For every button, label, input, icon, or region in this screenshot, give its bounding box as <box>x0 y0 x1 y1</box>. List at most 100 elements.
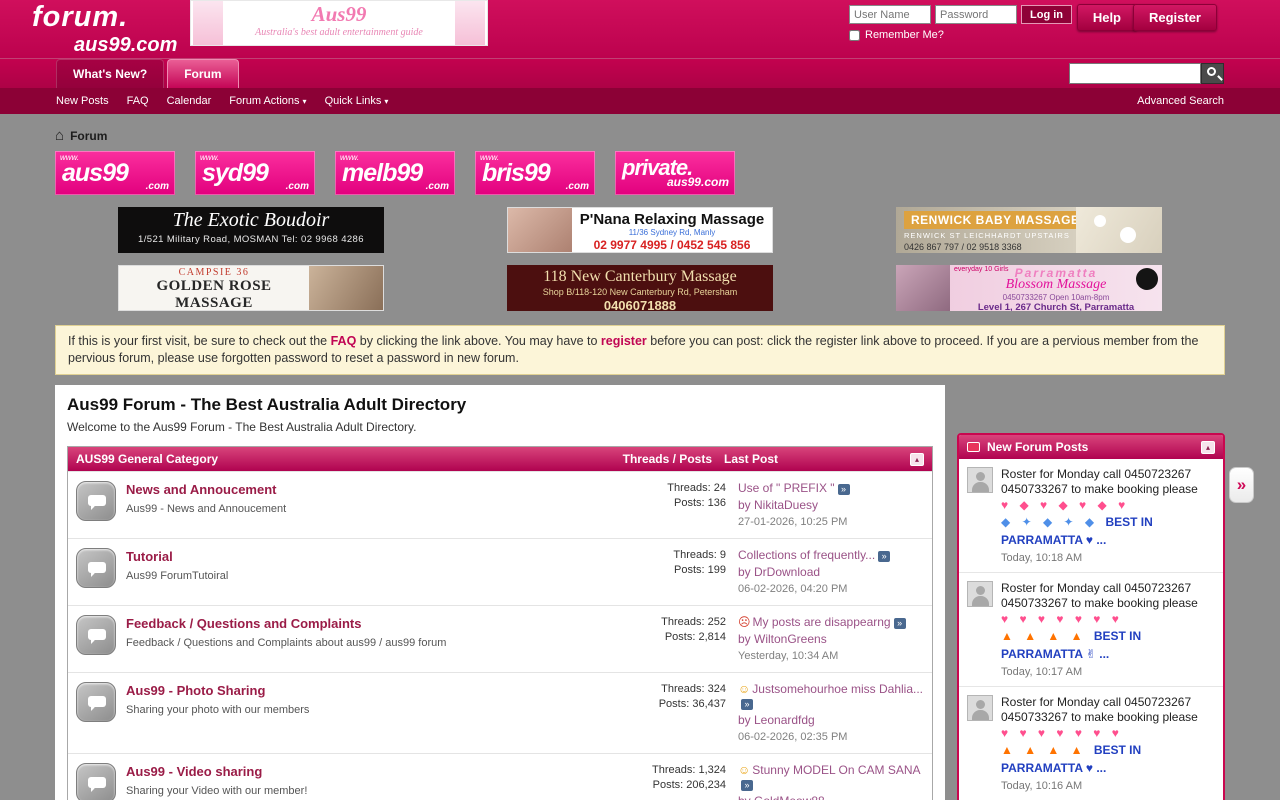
avatar[interactable] <box>967 695 993 721</box>
go-to-last-post-icon[interactable]: » <box>838 484 850 495</box>
last-post-link[interactable]: Stunny MODEL On CAM SANA <box>752 763 920 777</box>
forum-icon <box>76 481 116 521</box>
password-input[interactable] <box>935 5 1017 24</box>
forum-row: News and Annoucement Aus99 - News and An… <box>68 471 932 538</box>
last-post-author[interactable]: by NikitaDuesy <box>738 498 924 512</box>
username-input[interactable] <box>849 5 931 24</box>
forum-stats: Threads: 24 Posts: 136 <box>592 481 738 529</box>
toolbar-calendar[interactable]: Calendar <box>167 95 212 107</box>
go-to-last-post-icon[interactable]: » <box>894 618 906 629</box>
tab-forum[interactable]: Forum <box>167 59 238 88</box>
forum-stats: Threads: 324 Posts: 36,437 <box>592 682 738 744</box>
forum-stats: Threads: 9 Posts: 199 <box>592 548 738 596</box>
sidebar-post: Roster for Monday call 0450723267 045073… <box>959 687 1223 800</box>
go-to-last-post-icon[interactable]: » <box>741 780 753 791</box>
toolbar-quick-links[interactable]: Quick Links▾ <box>325 95 389 107</box>
tab-whats-new[interactable]: What's New? <box>56 59 164 88</box>
collapse-category-button[interactable]: ▴ <box>910 453 924 466</box>
search-button[interactable] <box>1201 63 1224 84</box>
notice-faq-link[interactable]: FAQ <box>331 334 357 348</box>
forum-title-link[interactable]: Aus99 - Video sharing <box>126 764 262 779</box>
ad-renwick-massage[interactable]: RENWICK BABY MASSAGE RENWICK ST LEICHHAR… <box>896 207 1162 253</box>
forum-title-link[interactable]: Feedback / Questions and Complaints <box>126 616 362 631</box>
remember-me-label: Remember Me? <box>865 29 944 41</box>
register-button[interactable]: Register <box>1133 4 1217 31</box>
last-post-author[interactable]: by GoldMeow88 <box>738 794 924 800</box>
search-input[interactable] <box>1069 63 1201 84</box>
forum-row: Aus99 - Photo Sharing Sharing your photo… <box>68 672 932 753</box>
avatar[interactable] <box>967 581 993 607</box>
collapse-sidebar-button[interactable]: ▴ <box>1201 441 1215 454</box>
emoji-fire-row: ▲ ▲ ▲ ▲ <box>1001 629 1094 643</box>
forum-row: Aus99 - Video sharing Sharing your Video… <box>68 753 932 800</box>
sidebar-post-link[interactable]: Roster for Monday call 0450723267 045073… <box>1001 695 1215 725</box>
ad-row-1: The Exotic Boudoir 1/521 Military Road, … <box>118 207 1162 253</box>
forum-title-link[interactable]: Aus99 - Photo Sharing <box>126 683 265 698</box>
avatar[interactable] <box>967 467 993 493</box>
breadcrumb-forum[interactable]: Forum <box>70 129 107 143</box>
last-post-cell: Collections of frequently...» by DrDownl… <box>738 548 924 596</box>
sidebar-post-link[interactable]: Roster for Monday call 0450723267 045073… <box>1001 467 1215 497</box>
ad-photo <box>309 266 383 310</box>
last-post-date: 06-02-2026, 04:20 PM <box>738 582 924 596</box>
sidebar-post: Roster for Monday call 0450723267 045073… <box>959 573 1223 687</box>
forum-row: Tutorial Aus99 ForumTutoiral Threads: 9 … <box>68 538 932 605</box>
forum-icon <box>76 763 116 800</box>
last-post-cell: ☹My posts are disappearng» by WiltonGree… <box>738 615 924 663</box>
home-icon[interactable]: ⌂ <box>55 127 64 144</box>
sidebar-header: New Forum Posts ▴ <box>959 435 1223 459</box>
login-form: Log in Remember Me? <box>849 5 1072 41</box>
emoji-fire-row: ▲ ▲ ▲ ▲ <box>1001 743 1094 757</box>
forum-icon <box>76 615 116 655</box>
chevron-down-icon: ▾ <box>384 97 388 106</box>
tab-bar: What's New? Forum <box>0 58 1280 88</box>
help-button[interactable]: Help <box>1077 4 1137 31</box>
forum-title-link[interactable]: News and Annoucement <box>126 482 276 497</box>
sidebar-post-link[interactable]: Roster for Monday call 0450723267 045073… <box>1001 581 1215 611</box>
banner-bris99[interactable]: www. bris99 .com <box>475 151 595 195</box>
search-box <box>1069 63 1224 84</box>
search-icon <box>1207 67 1216 76</box>
site-logo[interactable]: forum. aus99.com <box>32 3 177 55</box>
go-to-last-post-icon[interactable]: » <box>741 699 753 710</box>
banner-melb99[interactable]: www. melb99 .com <box>335 151 455 195</box>
sidebar-collapse-toggle[interactable]: » <box>1229 467 1254 503</box>
forum-description: Sharing your photo with our members <box>126 704 584 716</box>
last-post-date: Yesterday, 10:34 AM <box>738 649 924 663</box>
smiley-emoji-icon: ☺ <box>738 682 750 696</box>
toolbar-faq[interactable]: FAQ <box>127 95 149 107</box>
page-title: Aus99 Forum - The Best Australia Adult D… <box>67 395 933 415</box>
last-post-author[interactable]: by DrDownload <box>738 565 924 579</box>
ad-118-canterbury-massage[interactable]: 118 New Canterbury Massage Shop B/118-12… <box>507 265 773 311</box>
last-post-link[interactable]: Collections of frequently... <box>738 548 875 562</box>
notice-register-link[interactable]: register <box>601 334 647 348</box>
ad-exotic-boudoir[interactable]: The Exotic Boudoir 1/521 Military Road, … <box>118 207 384 253</box>
first-visit-notice: If this is your first visit, be sure to … <box>55 325 1225 375</box>
ad-golden-rose-massage[interactable]: CAMPSIE 36 GOLDEN ROSE MASSAGE 36 NORTH … <box>118 265 384 311</box>
go-to-last-post-icon[interactable]: » <box>878 551 890 562</box>
last-post-date: 27-01-2026, 10:25 PM <box>738 515 924 529</box>
banner-syd99[interactable]: www. syd99 .com <box>195 151 315 195</box>
login-button[interactable]: Log in <box>1021 5 1072 24</box>
toolbar-new-posts[interactable]: New Posts <box>56 95 109 107</box>
forum-icon <box>76 548 116 588</box>
last-post-author[interactable]: by WiltonGreens <box>738 632 924 646</box>
last-post-link[interactable]: My posts are disappearng <box>753 615 891 629</box>
forum-description: Feedback / Questions and Complaints abou… <box>126 637 584 649</box>
banner-aus99[interactable]: www. aus99 .com <box>55 151 175 195</box>
last-post-link[interactable]: Use of " PREFIX " <box>738 481 835 495</box>
advanced-search-link[interactable]: Advanced Search <box>1137 95 1224 107</box>
last-post-date: 06-02-2026, 02:35 PM <box>738 730 924 744</box>
last-post-link[interactable]: Justsomehourhoe miss Dahlia... <box>752 682 923 696</box>
forum-title-link[interactable]: Tutorial <box>126 549 173 564</box>
ad-blossom-massage[interactable]: everyday 10 Girls Parramatta Blossom Mas… <box>896 265 1162 311</box>
forum-description: Sharing your Video with our member! <box>126 785 584 797</box>
header-banner-ad[interactable]: Aus99 Australia's best adult entertainme… <box>190 0 488 46</box>
remember-me-checkbox[interactable] <box>849 30 860 41</box>
forum-stats: Threads: 1,324 Posts: 206,234 <box>592 763 738 800</box>
ad-pnana-massage[interactable]: P'Nana Relaxing Massage 11/36 Sydney Rd,… <box>507 207 773 253</box>
banner-private-aus99[interactable]: private. aus99.com <box>615 151 735 195</box>
ad-photo <box>896 265 950 311</box>
last-post-author[interactable]: by Leonardfdg <box>738 713 924 727</box>
toolbar-forum-actions[interactable]: Forum Actions▾ <box>229 95 306 107</box>
